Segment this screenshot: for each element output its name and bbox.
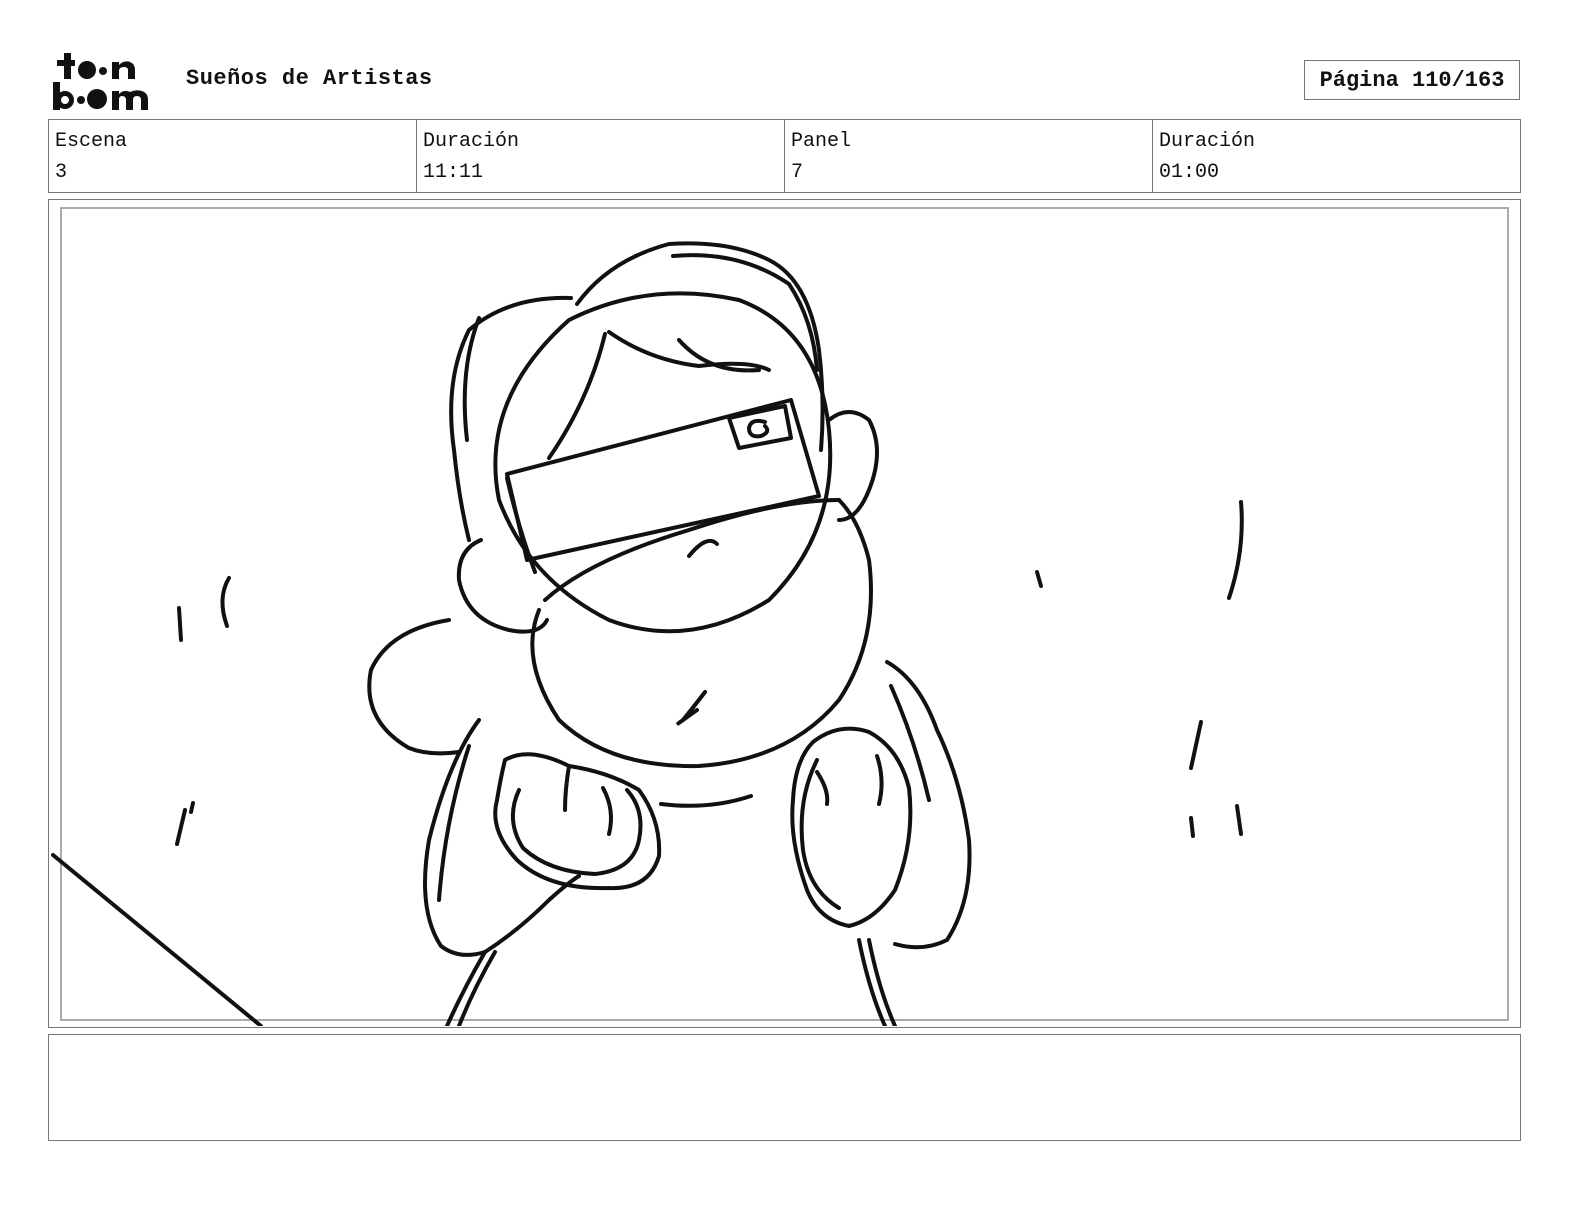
- toonboom-logo: [53, 53, 148, 110]
- panel-cell: Panel 7: [785, 120, 1153, 192]
- scene-value: 3: [55, 161, 68, 184]
- panel-notes: [48, 1034, 1521, 1141]
- panel-label: Panel: [791, 130, 852, 153]
- project-title: Sueños de Artistas: [186, 66, 433, 91]
- storyboard-panel: [48, 199, 1521, 1028]
- scene-info-table: Escena 3 Duración 11:11 Panel 7 Duración…: [48, 119, 1521, 193]
- scene-duration-value: 11:11: [423, 161, 484, 184]
- scene-label: Escena: [55, 130, 128, 153]
- panel-duration-label: Duración: [1159, 130, 1256, 153]
- panel-duration-cell: Duración 01:00: [1153, 120, 1520, 192]
- scene-duration-label: Duración: [423, 130, 520, 153]
- panel-value: 7: [791, 161, 804, 184]
- panel-sketch: [51, 241, 1244, 1026]
- page-indicator: Página 110/163: [1304, 60, 1520, 100]
- scene-cell: Escena 3: [49, 120, 417, 192]
- scene-duration-cell: Duración 11:11: [417, 120, 785, 192]
- panel-duration-value: 01:00: [1159, 161, 1220, 184]
